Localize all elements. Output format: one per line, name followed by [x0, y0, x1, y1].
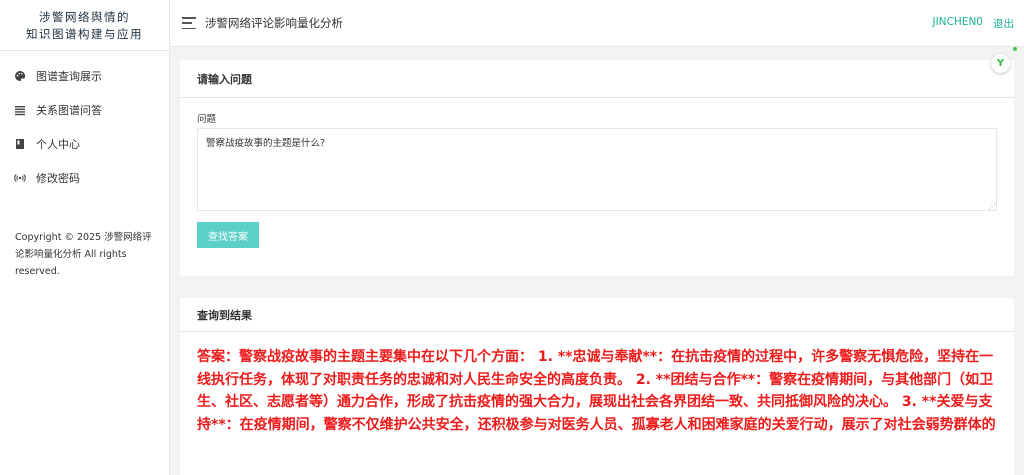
top-bar: 涉警网络评论影响量化分析 JINCHEN0 退出: [170, 0, 1024, 47]
sidebar-item-label: 修改密码: [36, 172, 80, 185]
logout-link[interactable]: 退出: [993, 16, 1014, 31]
sidebar-item-label: 图谱查询展示: [36, 70, 102, 83]
sidebar-item-graph-query[interactable]: 图谱查询展示: [0, 59, 169, 93]
brand-logo[interactable]: 涉警网络舆情的 知识图谱构建与应用: [0, 0, 169, 51]
broadcast-icon: [14, 172, 26, 184]
palette-icon: [14, 70, 26, 82]
menu-toggle-icon[interactable]: [182, 17, 196, 29]
query-card: 请输入问题 问题 ⋰ 查找答案: [180, 60, 1014, 276]
answer-text: 答案：警察战疫故事的主题主要集中在以下几个方面： 1. **忠诚与奉献**：在抗…: [197, 349, 996, 433]
book-icon: [14, 138, 26, 150]
user-menu: JINCHEN0 退出: [933, 16, 1014, 31]
question-input[interactable]: [197, 128, 997, 211]
brand-line-2: 知识图谱构建与应用: [26, 27, 143, 41]
status-dot-icon: [1013, 47, 1017, 51]
sidebar: 涉警网络舆情的 知识图谱构建与应用 图谱查询展示 关系图谱问答 个人中心 修改密…: [0, 0, 170, 475]
copyright-text: Copyright © 2025 涉警网络评论影响量化分析 All rights…: [15, 232, 152, 277]
main-content: 请输入问题 问题 ⋰ 查找答案 查询到结果 答案：警察战疫故事的主题主要集中在以…: [170, 47, 1024, 475]
sidebar-item-change-password[interactable]: 修改密码: [0, 161, 169, 195]
result-card-title: 查询到结果: [180, 298, 1014, 332]
question-label: 问题: [197, 114, 217, 125]
sidebar-item-graph-qa[interactable]: 关系图谱问答: [0, 93, 169, 127]
find-answer-button[interactable]: 查找答案: [197, 222, 259, 248]
resize-grip-icon[interactable]: ⋰: [988, 203, 996, 211]
sidebar-item-label: 个人中心: [36, 138, 80, 151]
list-icon: [14, 104, 26, 116]
result-card: 查询到结果 答案：警察战疫故事的主题主要集中在以下几个方面： 1. **忠诚与奉…: [180, 298, 1014, 475]
sidebar-nav: 图谱查询展示 关系图谱问答 个人中心 修改密码: [0, 59, 169, 195]
sidebar-item-profile[interactable]: 个人中心: [0, 127, 169, 161]
assistant-badge-icon[interactable]: Y: [991, 54, 1010, 73]
sidebar-item-label: 关系图谱问答: [36, 104, 102, 117]
query-card-title: 请输入问题: [180, 60, 1014, 98]
app-title: 涉警网络评论影响量化分析: [205, 16, 343, 30]
username-link[interactable]: JINCHEN0: [933, 16, 983, 31]
brand-line-1: 涉警网络舆情的: [39, 10, 130, 24]
